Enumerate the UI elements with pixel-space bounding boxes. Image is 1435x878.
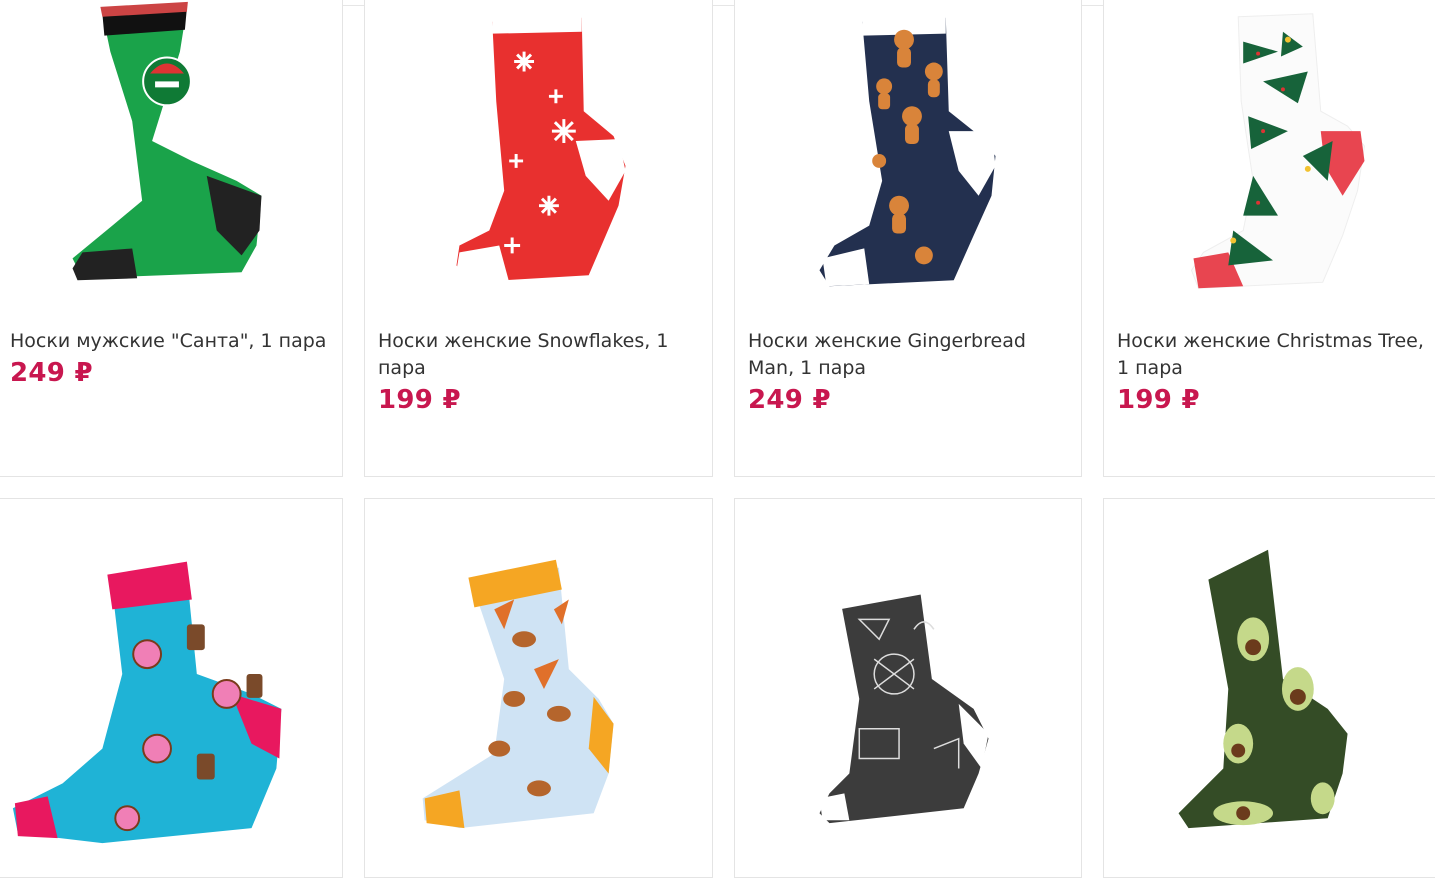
product-card[interactable]: Носки женские Christmas Tree, 1 пара 199… — [1103, 0, 1435, 477]
product-image[interactable] — [0, 0, 342, 311]
green-avocado-sock-icon — [1178, 549, 1348, 829]
product-price: 249 ₽ — [748, 385, 831, 415]
product-card[interactable] — [734, 498, 1082, 878]
product-title: Носки мужские "Санта", 1 пара — [10, 330, 327, 352]
product-image[interactable] — [0, 499, 342, 864]
product-price: 249 ₽ — [10, 358, 93, 388]
white-christmas-tree-sock-icon — [1190, 13, 1366, 289]
blue-donuts-coffee-sock-icon — [12, 561, 282, 844]
lightblue-pizza-burger-sock-icon — [422, 559, 614, 829]
product-image[interactable] — [735, 0, 1081, 311]
navy-gingerbread-sock-icon — [819, 9, 996, 287]
product-image[interactable] — [365, 499, 712, 864]
product-card[interactable] — [1103, 498, 1435, 878]
product-card[interactable]: Носки женские Gingerbread Man, 1 пара 24… — [734, 0, 1082, 477]
product-title: Носки женские Snowflakes, 1 пара — [378, 330, 669, 379]
product-card[interactable]: Носки мужские "Санта", 1 пара 249 ₽ — [0, 0, 343, 477]
product-title-link[interactable]: Носки женские Christmas Tree, 1 пара 199… — [1117, 328, 1435, 414]
product-title: Носки женские Christmas Tree, 1 пара — [1117, 330, 1424, 379]
product-image[interactable] — [1104, 0, 1435, 311]
product-image[interactable] — [365, 0, 712, 311]
product-card[interactable] — [364, 498, 713, 878]
product-title-link[interactable]: Носки мужские "Санта", 1 пара 249 ₽ — [10, 328, 332, 387]
grey-math-chalkboard-sock-icon — [819, 561, 989, 824]
product-card[interactable]: Носки женские Snowflakes, 1 пара 199 ₽ — [364, 0, 713, 477]
green-santa-sock-icon — [72, 1, 262, 281]
product-title-link[interactable]: Носки женские Gingerbread Man, 1 пара 24… — [748, 328, 1071, 414]
product-title: Носки женские Gingerbread Man, 1 пара — [748, 330, 1026, 379]
product-image[interactable] — [1104, 499, 1435, 864]
product-price: 199 ₽ — [378, 385, 461, 415]
product-image[interactable] — [735, 499, 1081, 864]
product-card[interactable] — [0, 498, 343, 878]
product-title-link[interactable]: Носки женские Snowflakes, 1 пара 199 ₽ — [378, 328, 702, 414]
product-price: 199 ₽ — [1117, 385, 1200, 415]
red-snowflakes-sock-icon — [456, 9, 626, 284]
